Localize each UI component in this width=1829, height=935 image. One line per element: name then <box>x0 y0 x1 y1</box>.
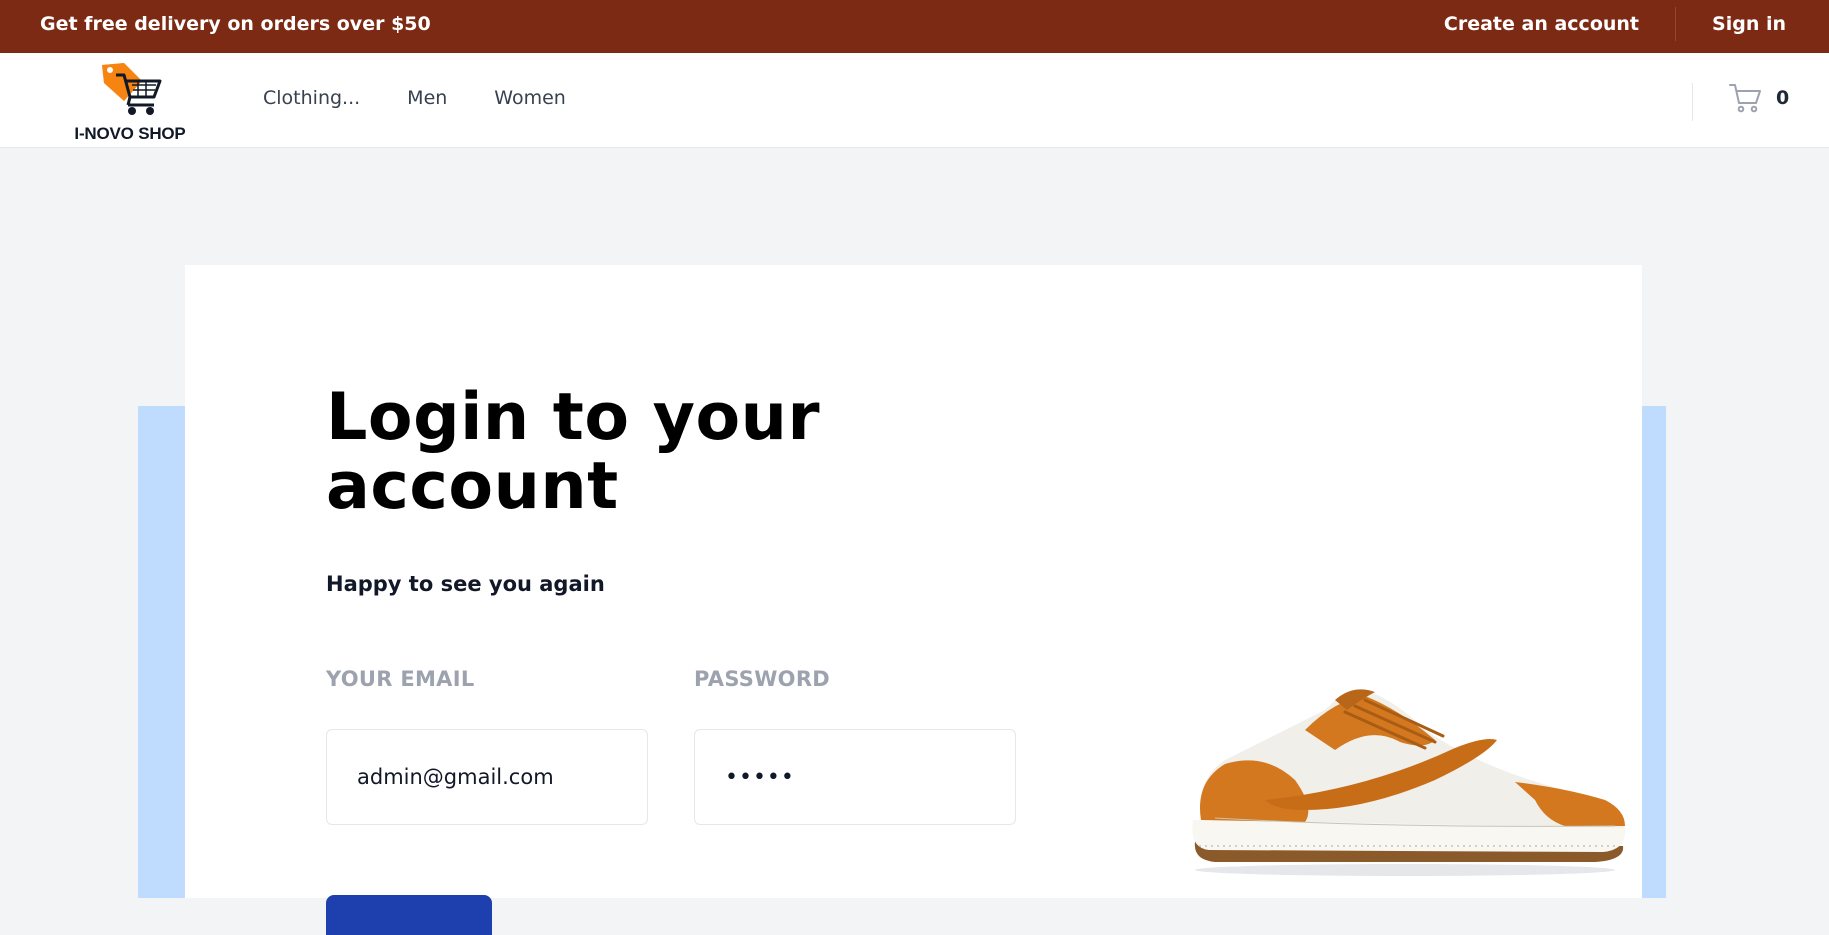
nav-item-women[interactable]: Women <box>494 87 566 109</box>
cart-button[interactable]: 0 <box>1728 82 1789 114</box>
sneaker-image <box>1192 689 1626 876</box>
page-title: Login to your account <box>326 380 820 524</box>
promo-message: Get free delivery on orders over $50 <box>40 13 431 35</box>
account-links: Create an account Sign in <box>1444 0 1786 48</box>
promo-bar: Get free delivery on orders over $50 Cre… <box>0 0 1829 53</box>
nav-item-clothing[interactable]: Clothing... <box>263 87 360 109</box>
nav-item-men[interactable]: Men <box>407 87 447 109</box>
login-button[interactable] <box>326 895 492 935</box>
cart-count: 0 <box>1776 87 1790 109</box>
create-account-link[interactable]: Create an account <box>1444 13 1639 35</box>
email-label: YOUR EMAIL <box>326 667 475 691</box>
sign-in-link[interactable]: Sign in <box>1712 13 1786 35</box>
main-nav: Clothing... Men Women <box>263 87 613 109</box>
site-header: I-NOVO SHOP Clothing... Men Women 0 <box>0 53 1829 148</box>
login-card: Login to your account Happy to see you a… <box>185 265 1642 935</box>
shopping-cart-tag-icon <box>102 63 162 115</box>
cart-divider <box>1692 83 1693 121</box>
password-field[interactable] <box>694 729 1016 825</box>
login-subtitle: Happy to see you again <box>326 572 605 596</box>
shopping-cart-icon <box>1729 84 1761 113</box>
email-field[interactable] <box>326 729 648 825</box>
promo-divider <box>1675 7 1677 41</box>
password-label: PASSWORD <box>694 667 831 691</box>
logo-text: I-NOVO SHOP <box>74 124 186 143</box>
logo[interactable]: I-NOVO SHOP <box>64 61 196 143</box>
